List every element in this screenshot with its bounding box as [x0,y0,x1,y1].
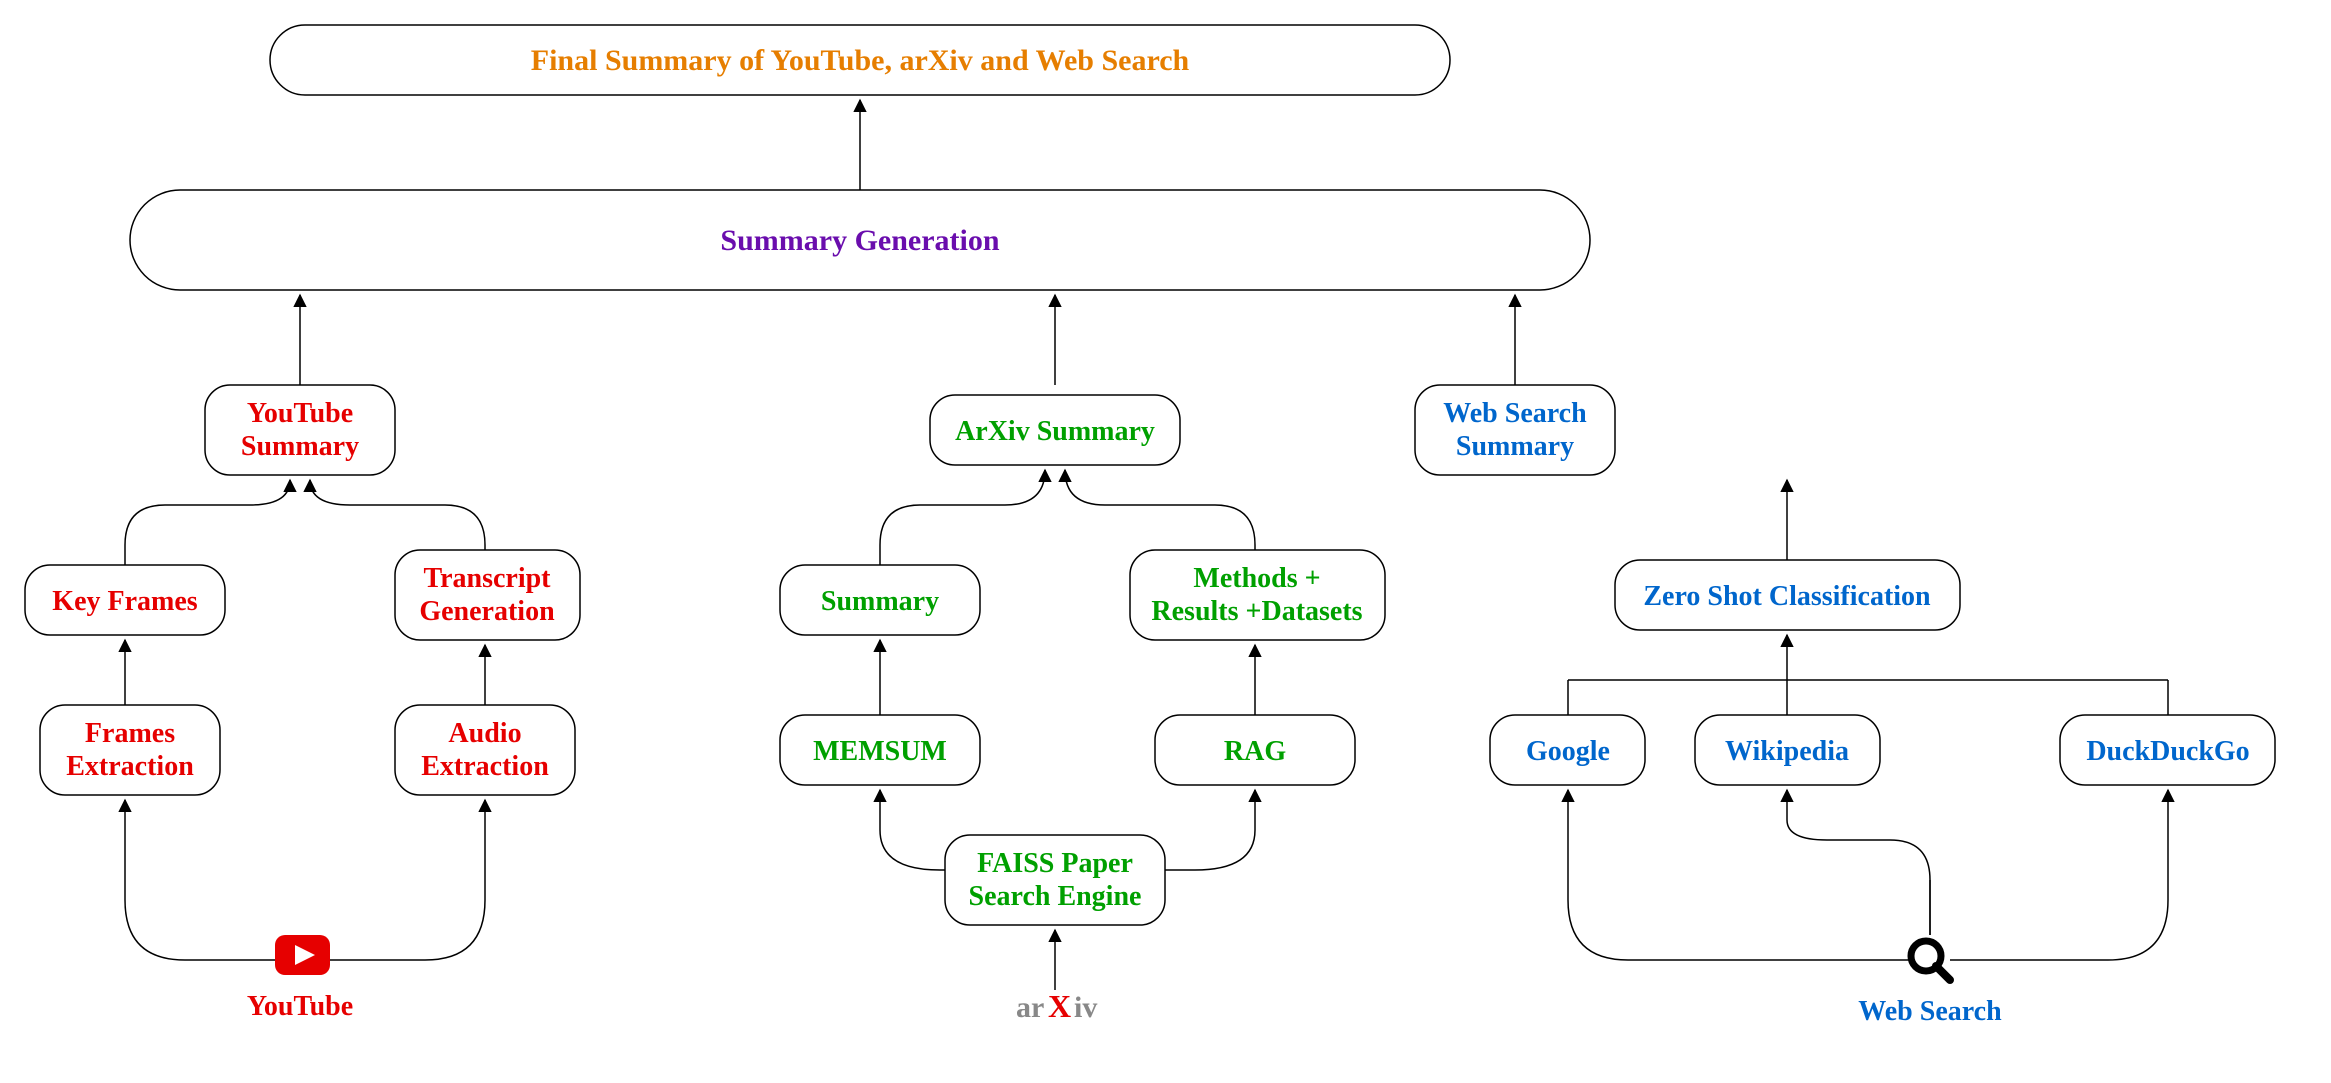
split-youtube-to-frames [125,800,280,960]
transcript-l1: Transcript [423,563,551,594]
search-icon [1911,941,1950,980]
split-youtube-to-audio [320,800,485,960]
methods-l2: Results +Datasets [1151,596,1362,627]
final-summary-label: Final Summary of YouTube, arXiv and Web … [531,44,1190,77]
svg-text:ar: ar [1016,991,1044,1024]
methods-l1: Methods + [1193,563,1320,594]
google-label: Google [1526,736,1610,767]
arxiv-summary-label: ArXiv Summary [955,416,1155,447]
svg-text:X: X [1048,988,1071,1024]
arxiv-icon: ar X iv [1016,988,1097,1024]
svg-text:iv: iv [1074,991,1097,1024]
frames-l2: Extraction [66,751,194,782]
arxiv-summarybox-label: Summary [821,586,939,617]
zeroshot-label: Zero Shot Classification [1643,581,1931,612]
split-search-to-google [1568,790,1910,960]
split-search-to-duck [1950,790,2168,960]
transcript-l2: Generation [419,596,555,627]
split-search-to-wiki2 [1787,790,1930,935]
youtube-icon [275,935,330,975]
youtube-label: YouTube [247,991,353,1022]
youtube-summary-l2: Summary [241,431,359,462]
web-search-label: Web Search [1858,996,2002,1027]
web-summary-l2: Summary [1456,431,1574,462]
audio-l1: Audio [448,718,521,749]
faiss-l2: Search Engine [969,881,1142,912]
audio-l2: Extraction [421,751,549,782]
rag-label: RAG [1224,736,1286,767]
faiss-l1: FAISS Paper [977,848,1133,879]
summary-generation-label: Summary Generation [720,224,999,257]
merge-summary-to-arxiv [880,470,1045,565]
wikipedia-label: Wikipedia [1725,736,1849,767]
memsum-label: MEMSUM [813,736,947,767]
merge-keyframes-to-ytsummary [125,480,290,565]
frames-l1: Frames [85,718,175,749]
key-frames-label: Key Frames [52,586,197,617]
duck-label: DuckDuckGo [2086,736,2249,767]
web-summary-l1: Web Search [1443,398,1587,429]
merge-methods-to-arxiv [1065,470,1255,550]
youtube-summary-l1: YouTube [247,398,353,429]
